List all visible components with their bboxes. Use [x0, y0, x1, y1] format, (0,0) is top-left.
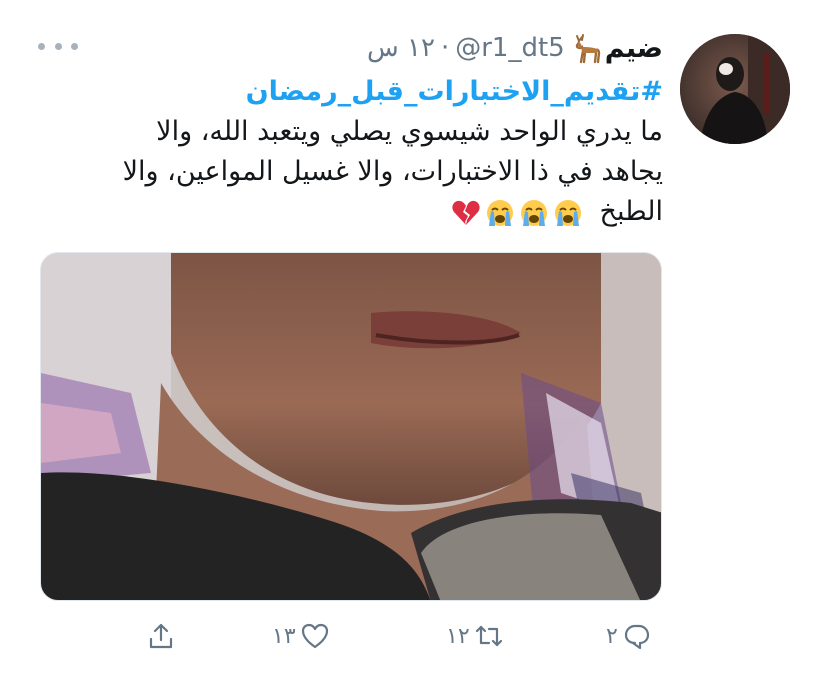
tweet-header: ضيم @r1_dt5 · ١٢ س: [367, 30, 663, 66]
loudly-crying-face-emoji: [519, 198, 549, 228]
share-button[interactable]: [146, 612, 176, 660]
share-icon: [149, 623, 173, 649]
emoji-row: [451, 198, 583, 228]
tweet-line-3: الطبخ: [233, 192, 663, 232]
tweet-line-1: ما يدري الواحد شيسوي يصلي ويتعبد الله، و…: [156, 116, 663, 147]
loudly-crying-face-emoji: [553, 198, 583, 228]
deer-icon: [569, 32, 603, 64]
user-handle[interactable]: @r1_dt5: [455, 33, 564, 63]
like-button[interactable]: ١٣: [272, 612, 330, 660]
display-name[interactable]: ضيم: [605, 33, 663, 64]
tweet-actions: ١٣ ١٢ ٢: [0, 612, 828, 660]
heart-icon: [301, 623, 328, 649]
retweet-icon: [475, 625, 502, 647]
tweet-text: #تقديم_الاختبارات_قبل_رمضان ما يدري الوا…: [122, 72, 663, 232]
reply-button[interactable]: ٢: [606, 612, 652, 660]
loudly-crying-face-emoji: [485, 198, 515, 228]
broken-heart-emoji: [451, 198, 481, 228]
more-options-icon[interactable]: [38, 38, 78, 54]
reply-icon: [624, 624, 649, 650]
retweet-count: ١٢: [446, 623, 470, 649]
retweet-button[interactable]: ١٢: [446, 612, 504, 660]
reply-count: ٢: [606, 623, 618, 649]
tweet-photo[interactable]: [40, 252, 662, 601]
tweet-line-2: يجاهد في ذا الاختبارات، والا غسيل المواع…: [122, 156, 663, 187]
separator-dot: ·: [440, 33, 450, 63]
avatar[interactable]: [680, 34, 790, 144]
tweet-time[interactable]: ١٢ س: [367, 33, 435, 63]
tweet-line-3-text: الطبخ: [599, 196, 663, 227]
hashtag-link[interactable]: #تقديم_الاختبارات_قبل_رمضان: [233, 72, 663, 112]
like-count: ١٣: [272, 623, 296, 649]
tweet-card[interactable]: ضيم @r1_dt5 · ١٢ س #تقديم_الاختبارات_قبل…: [0, 0, 828, 682]
